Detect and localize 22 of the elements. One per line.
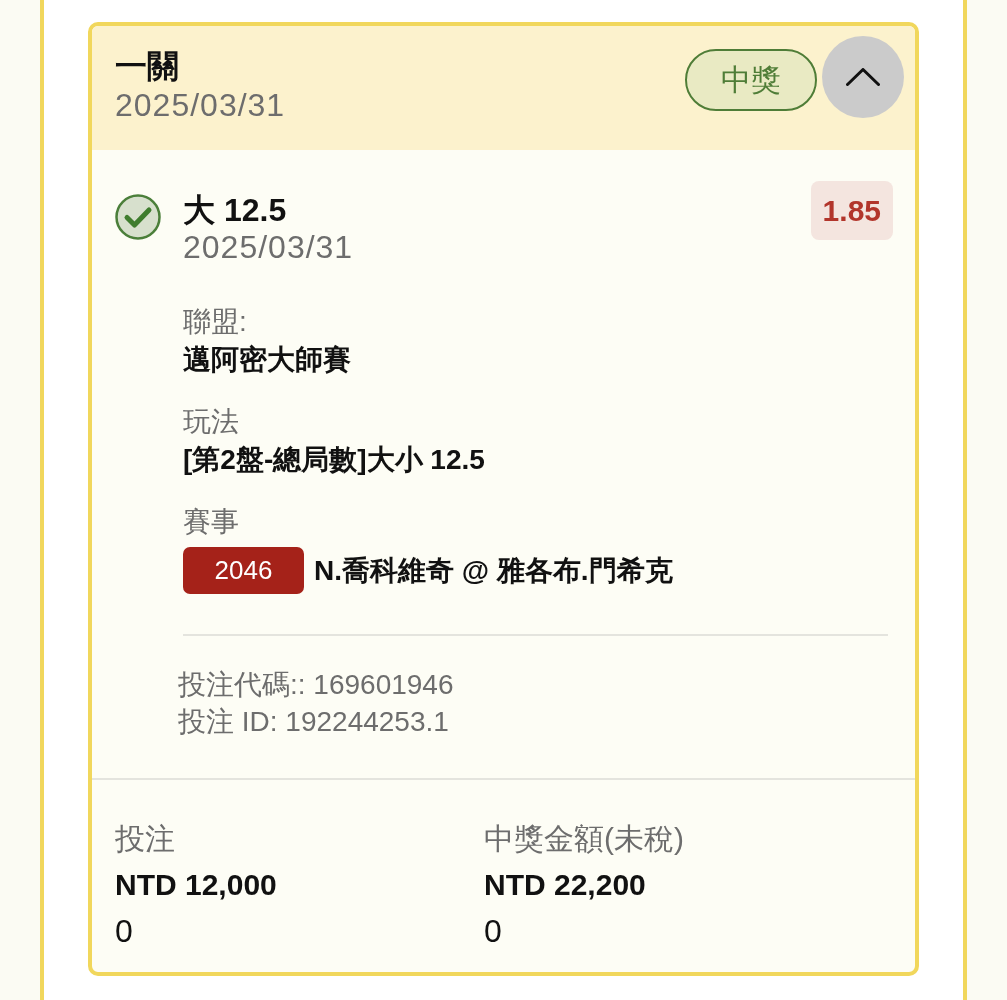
detail-label: 賽事 xyxy=(183,505,240,539)
summary-value: 0 xyxy=(115,912,134,951)
summary-label: 中獎金額(未稅) xyxy=(484,821,685,857)
event-number-badge: 2046 xyxy=(183,547,304,594)
detail-value: 邁阿密大師賽 xyxy=(183,343,352,377)
bet-date: 2025/03/31 xyxy=(115,86,286,124)
summary-label: 投注 xyxy=(115,821,176,857)
summary-amount: NTD 12,000 xyxy=(115,867,278,903)
detail-label: 玩法 xyxy=(183,405,240,439)
bet-code-text: 投注 ID: 192244253.1 xyxy=(178,705,450,739)
status-badge: 中獎 xyxy=(685,49,817,111)
chevron-up-icon xyxy=(846,68,880,86)
selection-date: 2025/03/31 xyxy=(183,229,355,265)
selection-name: 大 12.5 xyxy=(183,191,288,229)
bet-code-text: 投注代碼:: 169601946 xyxy=(178,668,455,702)
detail-value: [第2盤-總局數]大小 12.5 xyxy=(183,443,486,477)
summary-value: 0 xyxy=(484,912,503,951)
match-name: N.喬科維奇 @ 雅各布.門希克 xyxy=(314,553,673,588)
bet-type-title: 一關 xyxy=(115,47,180,86)
odds-badge: 1.85 xyxy=(810,181,893,240)
detail-label: 聯盟: xyxy=(183,305,248,339)
summary-amount: NTD 22,200 xyxy=(484,867,647,903)
